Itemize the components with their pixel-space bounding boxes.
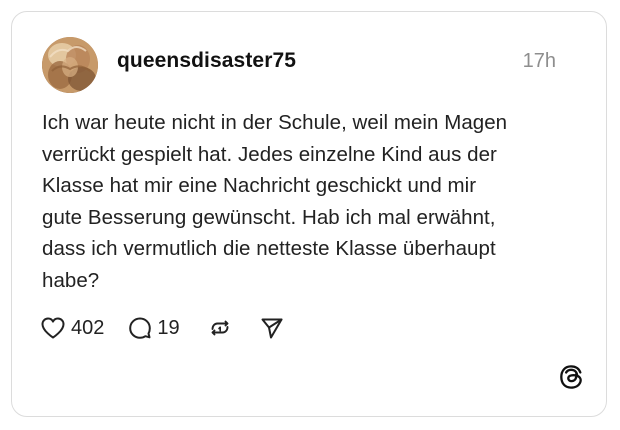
post-text-line: dass ich vermutlich die netteste Klasse … [42,237,496,260]
action-bar: 402 19 [40,314,284,342]
post-text-line: verrückt gespielt hat. Jedes einzelne Ki… [42,142,497,166]
post-text-line: gute Besserung gewünscht. Hab ich mal er… [42,205,496,229]
threads-logo-icon [557,363,585,391]
post-text-line: habe? [42,268,100,292]
heart-icon [40,316,66,340]
timestamp: 17h [522,50,556,72]
share-button[interactable] [260,316,284,340]
like-button[interactable]: 402 [40,316,104,340]
post-text-line: Klasse hat mir eine Nachricht geschickt … [42,174,477,197]
username[interactable]: queensdisaster75 [117,49,296,73]
comment-bubble-icon [128,316,152,340]
reply-count: 19 [157,316,180,339]
reply-button[interactable]: 19 [128,316,180,340]
repost-button[interactable] [208,316,232,340]
send-icon [260,316,284,340]
post-text-line: Ich war heute nicht in der Schule, weil … [42,111,508,134]
avatar[interactable] [42,37,98,93]
repost-icon [208,316,232,340]
like-count: 402 [71,316,105,339]
post-text: Ich war heute nicht in der Schule, weil … [42,107,582,296]
